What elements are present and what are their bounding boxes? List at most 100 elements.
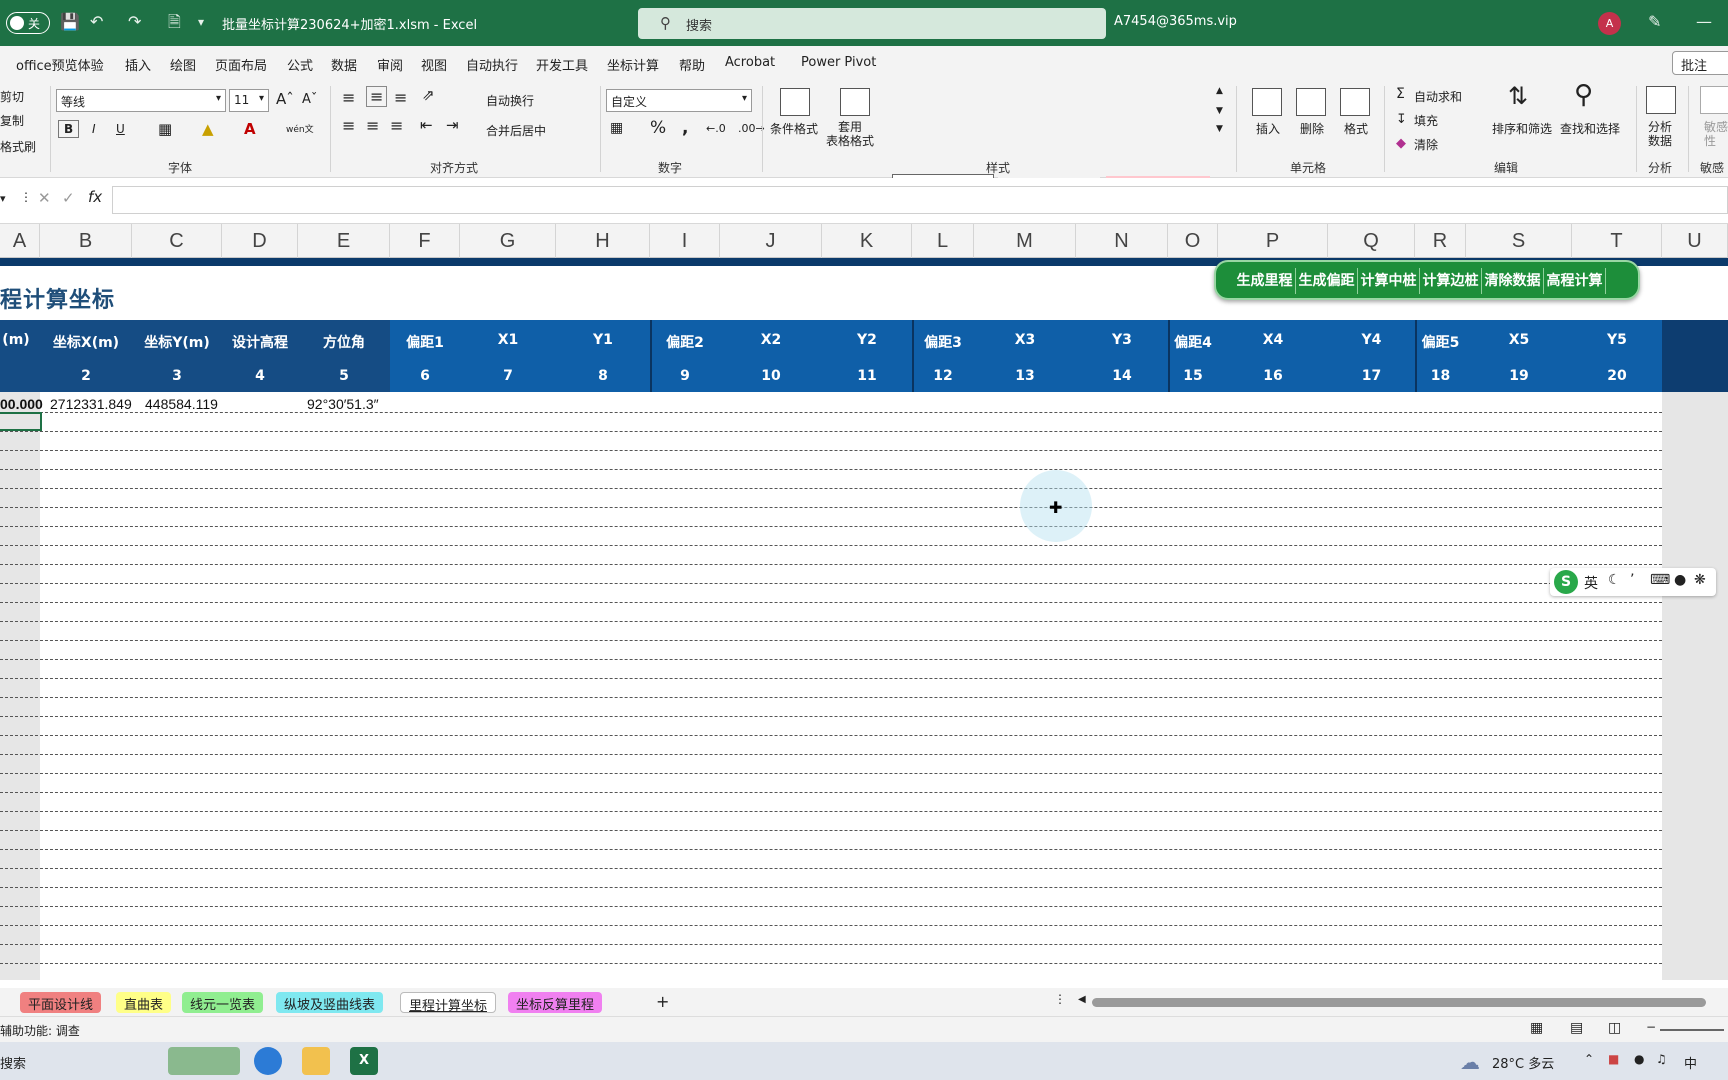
column-header-u[interactable]: U xyxy=(1662,224,1728,258)
analyze-data-icon[interactable] xyxy=(1646,86,1676,114)
align-left-icon[interactable]: ≡ xyxy=(342,116,355,135)
active-cell[interactable] xyxy=(0,412,42,431)
tab-coordinate-calc[interactable]: 坐标计算 xyxy=(607,55,659,74)
column-header-m[interactable]: M xyxy=(974,224,1076,258)
insert-cells-button[interactable]: 插入 xyxy=(1256,120,1280,137)
user-icon[interactable]: ● xyxy=(1674,572,1686,588)
align-top-icon[interactable]: ≡ xyxy=(342,88,355,107)
enter-icon[interactable]: ✓ xyxy=(62,189,75,207)
taskbar-search[interactable]: 搜索 xyxy=(0,1053,26,1072)
column-header-e[interactable]: E xyxy=(298,224,390,258)
grow-font-icon[interactable]: Aˆ xyxy=(276,90,294,108)
bold-button[interactable]: B xyxy=(58,120,80,138)
autosum-button[interactable]: 自动求和 xyxy=(1414,88,1462,105)
column-header-d[interactable]: D xyxy=(222,224,298,258)
column-header-b[interactable]: B xyxy=(40,224,132,258)
tab-formulas[interactable]: 公式 xyxy=(287,55,313,74)
new-document-icon[interactable]: 🗎 xyxy=(168,12,181,32)
tab-developer[interactable]: 开发工具 xyxy=(536,55,588,74)
font-color-icon[interactable]: A xyxy=(244,120,256,138)
speaker-icon[interactable]: ♫ xyxy=(1656,1052,1667,1066)
keyboard-icon[interactable]: ⌨ xyxy=(1650,572,1670,588)
search-box[interactable]: ⚲ 搜索 xyxy=(638,8,1106,39)
delete-cells-button[interactable]: 删除 xyxy=(1300,120,1324,137)
page-break-view-icon[interactable]: ◫ xyxy=(1608,1020,1621,1036)
cancel-icon[interactable]: ✕ xyxy=(38,189,51,207)
column-header-q[interactable]: Q xyxy=(1328,224,1415,258)
copy-button[interactable]: 复制 xyxy=(0,112,24,129)
macro-button-3[interactable]: 计算中桩 xyxy=(1358,268,1420,294)
sheet-tab[interactable]: 坐标反算里程 xyxy=(508,992,603,1013)
tray-app-icon[interactable]: ■ xyxy=(1608,1052,1619,1066)
horizontal-scrollbar[interactable] xyxy=(1092,998,1706,1007)
column-header-p[interactable]: P xyxy=(1218,224,1328,258)
eraser-icon[interactable]: ◆ xyxy=(1396,136,1406,151)
cell-a-mileage[interactable]: 00.000 xyxy=(0,396,43,412)
sort-filter-button[interactable]: 排序和筛选 xyxy=(1492,120,1552,137)
column-header-i[interactable]: I xyxy=(650,224,720,258)
cell-c-y[interactable]: 448584.119 xyxy=(145,396,218,412)
clear-button[interactable]: 清除 xyxy=(1414,136,1438,153)
redo-icon[interactable]: ↷ xyxy=(128,12,141,32)
sheet-tab[interactable]: 直曲表 xyxy=(116,992,172,1013)
tab-acrobat[interactable]: Acrobat xyxy=(725,55,775,70)
formula-input[interactable] xyxy=(112,186,1728,214)
tab-office-preview[interactable]: office预览体验 xyxy=(16,55,104,74)
cut-button[interactable]: 剪切 xyxy=(0,88,24,105)
column-header-f[interactable]: F xyxy=(390,224,460,258)
weather-text[interactable]: 28°C 多云 xyxy=(1492,1053,1554,1072)
tab-draw[interactable]: 绘图 xyxy=(170,55,196,74)
increase-indent-icon[interactable]: ⇥ xyxy=(446,116,459,134)
sheet-tab[interactable]: 里程计算坐标 xyxy=(400,992,497,1014)
customize-qat-icon[interactable]: ▾ xyxy=(198,12,204,32)
decrease-indent-icon[interactable]: ⇤ xyxy=(420,116,433,134)
analyze-data-button[interactable]: 分析 数据 xyxy=(1648,120,1672,148)
autosave-toggle[interactable]: 关 xyxy=(6,12,50,34)
borders-icon[interactable]: ▦ xyxy=(158,120,172,138)
cell-b-x[interactable]: 2712331.849 xyxy=(50,396,132,412)
tab-data[interactable]: 数据 xyxy=(331,55,357,74)
avatar[interactable]: A xyxy=(1598,12,1621,35)
italic-button[interactable]: I xyxy=(92,122,96,136)
macro-button-2[interactable]: 生成偏距 xyxy=(1296,268,1358,294)
fill-color-icon[interactable]: ▲ xyxy=(202,120,214,138)
align-center-icon[interactable]: ≡ xyxy=(366,116,379,135)
sheet-tab[interactable]: 纵坡及竖曲线表 xyxy=(276,992,384,1013)
format-painter-button[interactable]: 格式刷 xyxy=(0,138,36,155)
punctuation-icon[interactable]: ’ xyxy=(1630,572,1634,588)
insert-function-button[interactable]: fx xyxy=(88,188,102,206)
format-cells-icon[interactable] xyxy=(1340,88,1370,116)
column-header-k[interactable]: K xyxy=(822,224,912,258)
undo-icon[interactable]: ↶ xyxy=(90,12,103,32)
name-box-dropdown-icon[interactable]: ▾ xyxy=(0,192,6,205)
currency-icon[interactable]: ▦ xyxy=(610,120,623,136)
moon-icon[interactable]: ☾ xyxy=(1608,572,1621,588)
account-name[interactable]: A7454@365ms.vip xyxy=(1114,14,1237,29)
align-bottom-icon[interactable]: ≡ xyxy=(394,88,407,107)
autosum-icon[interactable]: Σ xyxy=(1396,86,1405,102)
scroll-left-icon[interactable]: ◀ xyxy=(1078,994,1086,1005)
macro-button-5[interactable]: 清除数据 xyxy=(1482,268,1544,294)
column-header-n[interactable]: N xyxy=(1076,224,1168,258)
align-right-icon[interactable]: ≡ xyxy=(390,116,403,135)
format-cells-button[interactable]: 格式 xyxy=(1344,120,1368,137)
macro-button-1[interactable]: 生成里程 xyxy=(1234,268,1296,294)
column-header-r[interactable]: R xyxy=(1415,224,1466,258)
cell-e-azimuth[interactable]: 92°30′51.3″ xyxy=(307,396,379,412)
wrap-text-button[interactable]: 自动换行 xyxy=(486,92,534,109)
macro-button-6[interactable]: 高程计算 xyxy=(1544,268,1606,294)
input-language[interactable]: 中 xyxy=(1684,1053,1697,1072)
tab-review[interactable]: 审阅 xyxy=(377,55,403,74)
column-header-l[interactable]: L xyxy=(912,224,974,258)
tab-page-layout[interactable]: 页面布局 xyxy=(215,55,267,74)
fill-icon[interactable]: ↧ xyxy=(1396,112,1407,127)
zoom-slider[interactable] xyxy=(1660,1029,1724,1031)
comma-style-icon[interactable]: , xyxy=(682,118,688,138)
grid-menu-icon[interactable]: ❋ xyxy=(1694,572,1706,588)
sort-filter-icon[interactable]: ⇅ xyxy=(1508,82,1528,110)
decrease-decimal-icon[interactable]: .00→ xyxy=(738,122,765,135)
conditional-format-button[interactable]: 条件格式 xyxy=(770,120,818,137)
sheet-tab[interactable]: 平面设计线 xyxy=(20,992,102,1013)
accessibility-status[interactable]: 辅助功能: 调查 xyxy=(0,1022,80,1039)
increase-decimal-icon[interactable]: ←.0 xyxy=(706,122,726,135)
